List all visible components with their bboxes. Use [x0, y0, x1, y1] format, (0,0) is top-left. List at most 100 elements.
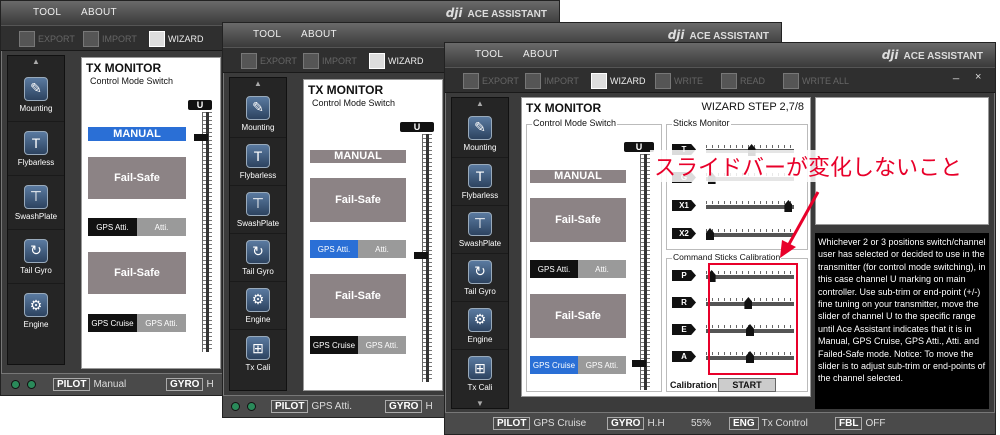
write-all-button[interactable]: WRITE ALL: [783, 72, 849, 90]
sidebar-item-tx-cali[interactable]: ⊞ Tx Cali: [230, 330, 286, 378]
gyro-tag: GYRO: [166, 378, 204, 391]
menu-about[interactable]: ABOUT: [523, 49, 559, 60]
sidebar-label: Mounting: [463, 142, 497, 152]
wizard-button[interactable]: WIZARD: [149, 30, 204, 48]
sidebar-item-tx-cali[interactable]: ⊞ Tx Cali: [452, 350, 508, 398]
sidebar-item-flybarless[interactable]: T Flybarless: [452, 158, 508, 206]
menu-tool[interactable]: TOOL: [475, 49, 503, 60]
sidebar-item-swashplate[interactable]: ⊤ SwashPlate: [230, 186, 286, 234]
eng-value: Tx Control: [761, 418, 808, 429]
scroll-up-arrow[interactable]: ▲: [8, 56, 64, 68]
sidebar-item-swashplate[interactable]: ⊤ SwashPlate: [452, 206, 508, 254]
sidebar-item-mounting[interactable]: ✎ Mounting: [452, 110, 508, 158]
sidebar-item-mounting[interactable]: ✎ Mounting: [8, 68, 64, 122]
fbl-status: FBL OFF: [835, 417, 885, 430]
calibration-label: Calibration: [670, 380, 718, 390]
menu-about[interactable]: ABOUT: [301, 29, 337, 40]
import-button[interactable]: IMPORT: [303, 52, 357, 70]
manual-mode: MANUAL: [88, 127, 186, 141]
gyro-value: H: [425, 401, 433, 412]
scroll-up-arrow[interactable]: ▲: [452, 98, 508, 110]
read-button[interactable]: READ: [721, 72, 765, 90]
gps-cruise-switch: GPS Cruise GPS Atti.: [88, 314, 186, 332]
eng-status: ENG Tx Control: [729, 417, 808, 430]
gps-cruise-label: GPS Cruise: [88, 314, 137, 332]
stick-ticks: [706, 229, 794, 232]
gps-atti-switch: GPS Atti. Atti.: [530, 260, 626, 278]
export-button[interactable]: EXPORT: [241, 52, 297, 70]
gps-atti-label: GPS Atti.: [530, 260, 578, 278]
wizard-icon: [369, 53, 385, 69]
sidebar-item-swashplate[interactable]: ⊤ SwashPlate: [8, 176, 64, 230]
export-label: EXPORT: [482, 76, 519, 86]
sidebar-label: Engine: [23, 320, 49, 329]
sidebar-item-tail-gyro[interactable]: ↻ Tail Gyro: [230, 234, 286, 282]
wizard-button[interactable]: WIZARD: [369, 52, 424, 70]
minimize-button[interactable]: _: [953, 68, 959, 80]
sidebar-label: Tail Gyro: [20, 265, 52, 275]
sidebar-item-flybarless[interactable]: T Flybarless: [8, 122, 64, 176]
sidebar-item-mounting[interactable]: ✎ Mounting: [230, 90, 286, 138]
fail-safe-mode: Fail-Safe: [530, 198, 626, 242]
sidebar-label: SwashPlate: [14, 211, 58, 221]
sidebar-item-engine[interactable]: ⚙ Engine: [452, 302, 508, 350]
slider-knob[interactable]: [414, 252, 428, 259]
eng-tag: ENG: [729, 417, 759, 430]
mounting-icon: ✎: [24, 76, 48, 101]
menu-about[interactable]: ABOUT: [81, 7, 117, 18]
brand: dji ACE ASSISTANT: [668, 28, 769, 42]
sidebar-label: Tx Cali: [245, 363, 271, 372]
tail-gyro-icon: ↻: [246, 239, 270, 264]
sidebar-item-engine[interactable]: ⚙ Engine: [8, 284, 64, 338]
sidebar-item-tail-gyro[interactable]: ↻ Tail Gyro: [452, 254, 508, 302]
stick-row-x2: X2: [668, 228, 806, 242]
write-label: WRITE: [674, 76, 703, 86]
swashplate-icon: ⊤: [468, 211, 492, 236]
sidebar-item-tail-gyro[interactable]: ↻ Tail Gyro: [8, 230, 64, 284]
export-button[interactable]: EXPORT: [463, 72, 519, 90]
brand-name: ACE ASSISTANT: [689, 31, 769, 42]
menu-tool[interactable]: TOOL: [33, 7, 61, 18]
fail-safe-mode: Fail-Safe: [88, 157, 186, 199]
control-mode-switch-label: Control Mode Switch: [312, 98, 396, 108]
mounting-icon: ✎: [246, 95, 270, 120]
write-button[interactable]: WRITE: [655, 72, 703, 90]
status-bar: PILOT GPS Cruise GYRO H.H 55% ENG Tx Contro…: [445, 412, 995, 434]
slider-knob[interactable]: [632, 360, 646, 367]
pilot-status: PILOT GPS Atti.: [271, 400, 352, 413]
sidebar-item-flybarless[interactable]: T Flybarless: [230, 138, 286, 186]
tx-cali-icon: ⊞: [246, 336, 270, 360]
gyro-tag: GYRO: [385, 400, 423, 413]
sidebar-label: Flybarless: [239, 170, 277, 180]
tx-monitor-panel: TX MONITOR Control Mode Switch MANUAL Fa…: [303, 79, 443, 391]
atti-label: Atti.: [137, 218, 186, 236]
scroll-up-arrow[interactable]: ▲: [230, 78, 286, 90]
wizard-button[interactable]: WIZARD: [591, 72, 646, 90]
fail-safe-mode: Fail-Safe: [310, 274, 406, 318]
gps-atti-label: GPS Atti.: [88, 218, 137, 236]
start-button[interactable]: START: [718, 378, 776, 392]
sidebar-label: Flybarless: [461, 190, 499, 200]
tail-gyro-icon: ↻: [24, 238, 48, 263]
import-button[interactable]: IMPORT: [83, 30, 137, 48]
sidebar-item-engine[interactable]: ⚙ Engine: [230, 282, 286, 330]
cal-channel-label: P: [672, 270, 696, 281]
gps-atti-label: GPS Atti.: [137, 314, 186, 332]
export-icon: [463, 73, 479, 89]
export-button[interactable]: EXPORT: [19, 30, 75, 48]
slider-knob[interactable]: [194, 134, 208, 141]
import-button[interactable]: IMPORT: [525, 72, 579, 90]
flybarless-icon: T: [24, 130, 48, 155]
gyro-tag: GYRO: [607, 417, 645, 430]
swashplate-icon: ⊤: [246, 191, 270, 216]
panel-title: TX MONITOR: [308, 83, 384, 97]
close-button[interactable]: ×: [975, 71, 981, 83]
menu-bar: TOOL ABOUT dji ACE ASSISTANT: [445, 43, 995, 67]
scroll-down-arrow[interactable]: ▼: [452, 398, 508, 410]
brand: dji ACE ASSISTANT: [882, 48, 983, 62]
highlight-box: [708, 263, 798, 375]
import-icon: [525, 73, 541, 89]
menu-tool[interactable]: TOOL: [253, 29, 281, 40]
wizard-icon: [591, 73, 607, 89]
export-label: EXPORT: [38, 34, 75, 44]
